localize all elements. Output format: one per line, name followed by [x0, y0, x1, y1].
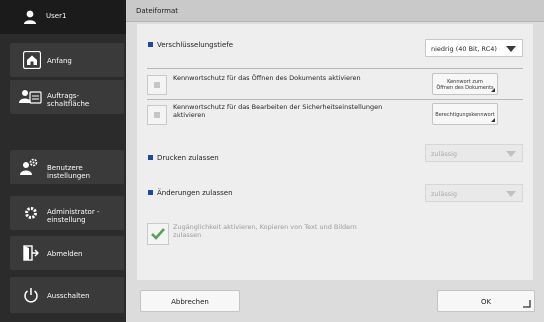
cancel-button-label: Abbrechen: [171, 298, 209, 306]
sidebar-item-label: Benutzere instellungen: [47, 164, 91, 180]
chevron-down-icon: [506, 46, 516, 52]
user-settings-icon: [20, 158, 38, 178]
corner-arrow-icon: [491, 118, 495, 122]
cancel-button[interactable]: Abbrechen: [140, 290, 240, 312]
ok-button-label: OK: [480, 298, 492, 306]
job-status-icon: [19, 89, 43, 107]
sidebar-item-job-status[interactable]: Auftrags- schaltfläche: [10, 80, 124, 114]
sidebar-item-label: Administrator - einstellung: [47, 208, 100, 224]
sidebar-item-label: Auftrags- schaltfläche: [47, 92, 90, 108]
ok-button[interactable]: OK: [437, 290, 535, 312]
divider: [147, 99, 523, 100]
bullet-icon: [148, 155, 153, 160]
user-name: User1: [46, 12, 67, 20]
main-panel: Dateiformat Verschlüsselungstiefe niedri…: [126, 0, 544, 322]
divider: [147, 68, 523, 69]
bullet-icon: [148, 42, 153, 47]
print-value: zulässig: [431, 150, 458, 158]
admin-settings-icon: [23, 205, 39, 223]
user-bar: User1: [0, 0, 126, 34]
edit-password-checkbox[interactable]: [147, 105, 167, 125]
chevron-down-icon: [506, 151, 516, 157]
enter-arrow-icon: [523, 300, 531, 308]
page-title: Dateiformat: [136, 7, 179, 15]
edit-password-label: Kennwortschutz für das Bearbeiten der Si…: [173, 103, 383, 119]
open-password-button-label: Kennwort zum Öffnen des Dokuments: [436, 79, 494, 91]
corner-arrow-icon: [491, 88, 495, 92]
sidebar-item-label: Anfang: [47, 57, 72, 65]
user-icon: [23, 9, 37, 28]
sidebar: User1 Anfang Auftrags- schaltfläche Benu…: [0, 0, 126, 322]
settings-panel: Verschlüsselungstiefe niedrig (40 Bit, R…: [137, 24, 533, 280]
changes-dropdown[interactable]: zulässig: [425, 184, 523, 202]
changes-value: zulässig: [431, 190, 458, 198]
bullet-icon: [148, 190, 153, 195]
encryption-label: Verschlüsselungstiefe: [157, 41, 234, 49]
sidebar-item-label: Abmelden: [47, 250, 83, 258]
print-label: Drucken zulassen: [157, 154, 219, 162]
title-bar: Dateiformat: [126, 0, 544, 22]
chevron-down-icon: [506, 191, 516, 197]
encryption-value: niedrig (40 Bit, RC4): [431, 45, 497, 53]
sidebar-item-logout[interactable]: Abmelden: [10, 236, 124, 270]
permissions-password-button-label: Berechtigungskennwort: [435, 112, 495, 118]
changes-label: Änderungen zulassen: [157, 189, 233, 197]
accessibility-label: Zugänglichkeit aktivieren, Kopieren von …: [173, 223, 357, 239]
checkmark-icon: [151, 228, 165, 240]
power-icon: [23, 287, 39, 305]
open-password-button[interactable]: Kennwort zum Öffnen des Dokuments: [432, 73, 498, 95]
encryption-dropdown[interactable]: niedrig (40 Bit, RC4): [425, 39, 523, 57]
home-icon: [22, 50, 42, 71]
sidebar-item-user-settings[interactable]: Benutzere instellungen: [10, 150, 124, 184]
permissions-password-button[interactable]: Berechtigungskennwort: [432, 103, 498, 125]
print-dropdown[interactable]: zulässig: [425, 144, 523, 162]
sidebar-item-power[interactable]: Ausschalten: [10, 277, 124, 313]
accessibility-checkbox[interactable]: [147, 223, 169, 245]
open-password-label: Kennwortschutz für das Öffnen des Dokume…: [173, 74, 361, 82]
sidebar-item-home[interactable]: Anfang: [10, 43, 124, 77]
logout-icon: [23, 245, 39, 263]
open-password-checkbox[interactable]: [147, 75, 167, 95]
sidebar-item-admin-settings[interactable]: Administrator - einstellung: [10, 196, 124, 230]
sidebar-item-label: Ausschalten: [47, 292, 90, 300]
